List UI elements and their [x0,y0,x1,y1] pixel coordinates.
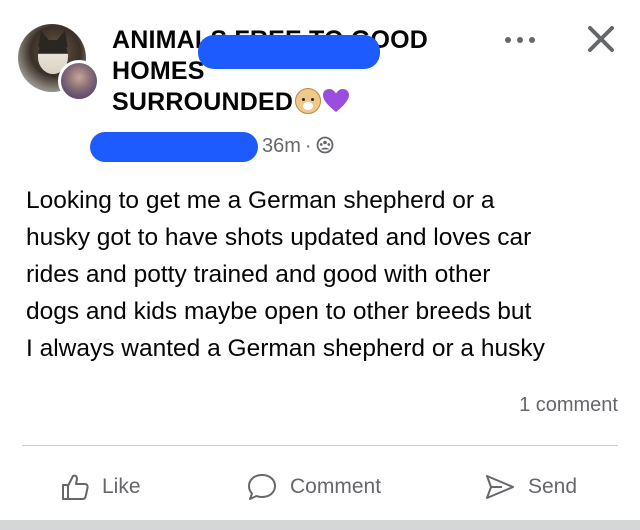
close-icon[interactable] [584,22,618,56]
post-body: Looking to get me a German shepherd or a… [26,182,626,367]
more-options-icon[interactable] [500,28,540,52]
send-button[interactable]: Send [484,470,577,504]
post-meta: 36m · [262,133,334,159]
speech-bubble-icon [248,474,276,500]
comment-count-link[interactable]: 1 comment [519,394,618,417]
avatar-group[interactable] [18,24,102,102]
send-arrow-icon [486,475,514,499]
group-audience-icon[interactable] [316,136,334,154]
group-name-line-3-text: SURROUNDED [112,88,294,116]
send-label: Send [528,475,578,498]
bottom-separator-bar [0,520,640,530]
post-time[interactable]: 36m [262,135,301,157]
like-label: Like [102,475,141,498]
meta-separator: · [304,135,312,157]
thumbs-up-icon [62,474,89,500]
comment-button[interactable]: Comment [246,470,381,504]
divider [22,445,618,446]
post-text-line: rides and potty trained and good with ot… [26,261,491,288]
post-text-line: I always wanted a German shepherd or a h… [26,335,545,362]
dog-face-emoji-icon [295,88,322,114]
redaction-block-name [198,35,380,69]
post-text-line: dogs and kids maybe open to other breeds… [26,298,532,325]
post-text-line: husky got to have shots updated and love… [26,224,532,251]
redaction-block-author [90,132,258,162]
post-card: ANIMALS FREE TO GOOD HOMES SURROUNDED 36… [0,0,640,530]
group-name-line-3: SURROUNDED [112,87,462,118]
post-text-line: Looking to get me a German shepherd or a [26,187,495,214]
comment-label: Comment [290,475,382,498]
purple-heart-emoji-icon [323,89,350,112]
like-button[interactable]: Like [60,470,141,504]
user-avatar[interactable] [58,60,100,102]
